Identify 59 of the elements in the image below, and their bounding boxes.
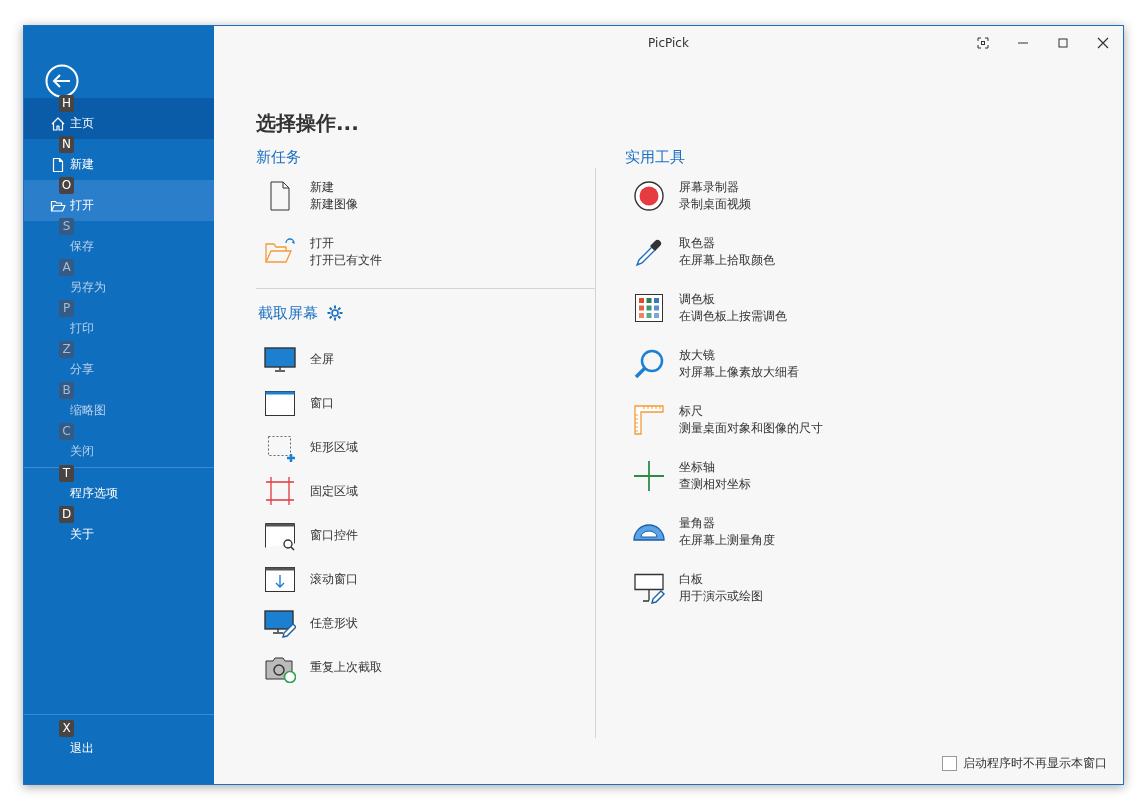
section-heading: 截取屏幕 [258, 302, 318, 324]
capture-icon[interactable] [977, 37, 989, 49]
home-icon [50, 116, 66, 132]
whiteboard-icon [633, 572, 665, 604]
plus-icon [633, 460, 665, 492]
shortcut-key: S [59, 218, 74, 235]
settings-icon[interactable] [326, 304, 344, 322]
shortcut-key: D [59, 506, 74, 523]
record-icon [633, 180, 665, 212]
monitor-pencil-icon [264, 607, 296, 639]
task-item[interactable]: 新建 新建图像 [256, 168, 595, 224]
tool-item[interactable]: 坐标轴 查测相对坐标 [625, 448, 829, 504]
shortcut-key: T [59, 465, 74, 482]
capture-option[interactable]: 任意形状 [256, 601, 595, 645]
menu-item[interactable]: D 关于 [24, 509, 214, 550]
shortcut-key: N [59, 136, 74, 153]
shortcut-key: O [59, 177, 74, 194]
shortcut-key: P [59, 300, 74, 317]
maximize-icon[interactable] [1057, 37, 1069, 49]
shortcut-key: B [59, 382, 74, 399]
ruler-icon [633, 404, 665, 436]
folder-icon [50, 198, 66, 214]
palette-icon [633, 292, 665, 324]
menu-item[interactable]: H 主页 [24, 98, 214, 139]
crop-icon [264, 475, 296, 507]
shortcut-key: Z [59, 341, 74, 358]
menu-item[interactable]: N 新建 [24, 139, 214, 180]
capture-option[interactable]: 滚动窗口 [256, 557, 595, 601]
capture-option[interactable]: 窗口控件 [256, 513, 595, 557]
tool-item[interactable]: 放大镜 对屏幕上像素放大细看 [625, 336, 829, 392]
capture-option[interactable]: 固定区域 [256, 469, 595, 513]
capture-option[interactable]: 窗口 [256, 381, 595, 425]
checkbox[interactable] [942, 755, 957, 771]
capture-option[interactable]: 全屏 [256, 337, 595, 381]
task-item[interactable]: 打开 打开已有文件 [256, 224, 595, 280]
shortcut-key: C [59, 423, 74, 440]
tool-item[interactable]: 屏幕录制器 录制桌面视频 [625, 168, 829, 224]
tool-item[interactable]: 白板 用于演示或绘图 [625, 560, 829, 616]
checkbox-label: 启动程序时不再显示本窗口 [963, 755, 1107, 772]
shortcut-key: A [59, 259, 74, 276]
page-title: 选择操作... [256, 110, 360, 137]
tool-item[interactable]: 取色器 在屏幕上拾取颜色 [625, 224, 829, 280]
close-icon[interactable] [1097, 37, 1109, 49]
shortcut-key: H [59, 95, 74, 112]
section-heading: 新任务 [256, 147, 302, 168]
menu-item[interactable]: X 退出 [24, 723, 214, 764]
tool-item[interactable]: 量角器 在屏幕上测量角度 [625, 504, 829, 560]
window-title: PicPick [648, 35, 689, 52]
section-heading: 实用工具 [625, 147, 686, 168]
tool-item[interactable]: 调色板 在调色板上按需调色 [625, 280, 829, 336]
back-icon [45, 64, 79, 98]
capture-option[interactable]: 矩形区域 [256, 425, 595, 469]
capture-option[interactable]: 重复上次截取 [256, 645, 595, 689]
menu-item[interactable]: O 打开 [24, 180, 214, 221]
menu-item[interactable]: T 程序选项 [24, 468, 214, 509]
shortcut-key: X [59, 720, 74, 737]
document-icon [50, 157, 66, 173]
magnifier-icon [633, 348, 665, 380]
tool-item[interactable]: 标尺 测量桌面对象和图像的尺寸 [625, 392, 829, 448]
